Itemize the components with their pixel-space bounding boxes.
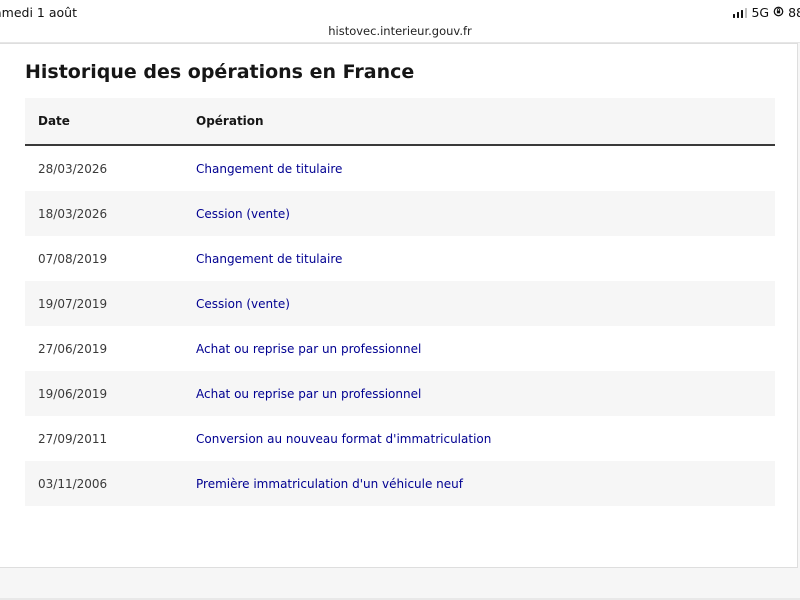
row-date: 18/03/2026 <box>38 206 108 221</box>
header-date: Date <box>38 114 70 128</box>
status-bar: amedi 1 août 5G 88 <box>0 0 800 22</box>
header-operation: Opération <box>196 114 264 128</box>
row-operation: Changement de titulaire <box>196 161 343 176</box>
address-bar[interactable]: histovec.interieur.gouv.fr <box>0 22 800 43</box>
row-date: 27/09/2011 <box>38 431 108 446</box>
status-date: amedi 1 août <box>0 5 77 20</box>
row-date: 19/07/2019 <box>38 296 108 311</box>
row-operation: Cession (vente) <box>196 206 290 221</box>
status-indicators: 5G 88 <box>732 5 800 20</box>
row-operation: Changement de titulaire <box>196 251 343 266</box>
table-row: 27/09/2011 Conversion au nouveau format … <box>25 416 775 461</box>
table-row: 19/06/2019 Achat ou reprise par un profe… <box>25 371 775 416</box>
row-date: 27/06/2019 <box>38 341 108 356</box>
signal-icon <box>732 7 748 18</box>
row-operation: Conversion au nouveau format d'immatricu… <box>196 431 492 446</box>
row-date: 28/03/2026 <box>38 161 108 176</box>
row-operation: Première immatriculation d'un véhicule n… <box>196 476 463 491</box>
table-row: 18/03/2026 Cession (vente) <box>25 191 775 236</box>
row-date: 07/08/2019 <box>38 251 108 266</box>
operations-table: Date Opération 28/03/2026 Changement de … <box>25 98 775 506</box>
table-row: 03/11/2006 Première immatriculation d'un… <box>25 461 775 506</box>
url-text: histovec.interieur.gouv.fr <box>328 24 472 38</box>
row-operation: Cession (vente) <box>196 296 290 311</box>
table-row: 19/07/2019 Cession (vente) <box>25 281 775 326</box>
row-operation: Achat ou reprise par un professionnel <box>196 386 422 401</box>
battery-percent: 88 <box>788 5 800 20</box>
table-row: 27/06/2019 Achat ou reprise par un profe… <box>25 326 775 371</box>
table-row: 28/03/2026 Changement de titulaire <box>25 146 775 191</box>
page-title: Historique des opérations en France <box>25 61 415 83</box>
row-date: 03/11/2006 <box>38 476 108 491</box>
content-card: Historique des opérations en France Date… <box>0 43 798 568</box>
orientation-lock-icon <box>773 5 784 20</box>
table-body: 28/03/2026 Changement de titulaire 18/03… <box>25 146 775 506</box>
table-row: 07/08/2019 Changement de titulaire <box>25 236 775 281</box>
table-header: Date Opération <box>25 98 775 146</box>
row-operation: Achat ou reprise par un professionnel <box>196 341 422 356</box>
row-date: 19/06/2019 <box>38 386 108 401</box>
network-label: 5G <box>751 5 770 20</box>
